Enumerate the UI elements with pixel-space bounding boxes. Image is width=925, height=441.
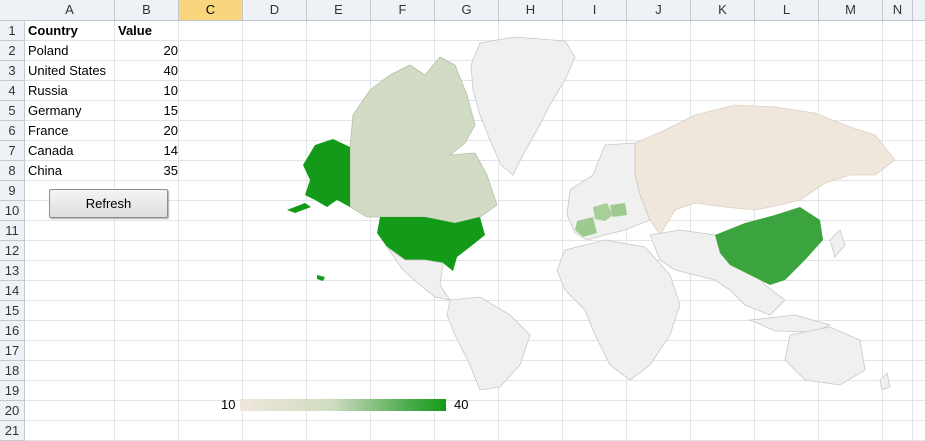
column-header-j[interactable]: J xyxy=(627,0,691,20)
world-map xyxy=(287,36,896,390)
japan-shape xyxy=(829,229,846,258)
alaska-shape xyxy=(303,139,350,207)
value-cell[interactable]: 35 xyxy=(118,161,178,181)
value-cell[interactable]: 10 xyxy=(118,81,178,101)
country-cell[interactable]: Poland xyxy=(28,41,68,61)
column-header-n[interactable]: N xyxy=(883,0,913,20)
hawaii-shape xyxy=(317,275,325,281)
row-header-1[interactable]: 1 xyxy=(0,21,25,41)
row-header-8[interactable]: 8 xyxy=(0,161,25,181)
column-header-c[interactable]: C xyxy=(179,0,243,20)
row-header-15[interactable]: 15 xyxy=(0,301,25,321)
country-cell[interactable]: China xyxy=(28,161,62,181)
row-header-5[interactable]: 5 xyxy=(0,101,25,121)
value-cell[interactable]: 20 xyxy=(118,121,178,141)
country-cell[interactable]: France xyxy=(28,121,68,141)
value-cell[interactable]: 20 xyxy=(118,41,178,61)
russia-shape xyxy=(634,104,896,236)
row-header-7[interactable]: 7 xyxy=(0,141,25,161)
value-cell[interactable]: 14 xyxy=(118,141,178,161)
row-header-9[interactable]: 9 xyxy=(0,181,25,201)
column-header-h[interactable]: H xyxy=(499,0,563,20)
legend-gradient xyxy=(240,399,446,411)
australia-shape xyxy=(784,326,866,386)
column-header-k[interactable]: K xyxy=(691,0,755,20)
row-header-16[interactable]: 16 xyxy=(0,321,25,341)
row-header-14[interactable]: 14 xyxy=(0,281,25,301)
row-header-21[interactable]: 21 xyxy=(0,421,25,441)
row-header-18[interactable]: 18 xyxy=(0,361,25,381)
column-header-f[interactable]: F xyxy=(371,0,435,20)
country-cell[interactable]: Canada xyxy=(28,141,74,161)
row-header-17[interactable]: 17 xyxy=(0,341,25,361)
country-cell[interactable]: Russia xyxy=(28,81,68,101)
column-header-e[interactable]: E xyxy=(307,0,371,20)
value-header: Value xyxy=(118,23,152,38)
refresh-button[interactable]: Refresh xyxy=(49,189,168,218)
legend-min-label: 10 xyxy=(221,397,236,412)
row-header-19[interactable]: 19 xyxy=(0,381,25,401)
aleutians-shape xyxy=(287,203,311,213)
row-header-20[interactable]: 20 xyxy=(0,401,25,421)
country-header: Country xyxy=(28,23,78,38)
row-header-4[interactable]: 4 xyxy=(0,81,25,101)
legend-max-label: 40 xyxy=(454,397,469,412)
new-zealand-shape xyxy=(879,372,891,390)
column-header-d[interactable]: D xyxy=(243,0,307,20)
column-header-m[interactable]: M xyxy=(819,0,883,20)
row-header-11[interactable]: 11 xyxy=(0,221,25,241)
row-header-13[interactable]: 13 xyxy=(0,261,25,281)
row-header-2[interactable]: 2 xyxy=(0,41,25,61)
poland-shape xyxy=(610,203,627,217)
south-america-shape xyxy=(446,296,531,390)
column-header-b[interactable]: B xyxy=(115,0,179,20)
column-header-bar: ABCDEFGHIJKLMN xyxy=(0,0,925,21)
greenland-shape xyxy=(470,36,576,176)
column-header-a[interactable]: A xyxy=(25,0,115,20)
row-header-12[interactable]: 12 xyxy=(0,241,25,261)
row-header-10[interactable]: 10 xyxy=(0,201,25,221)
country-cell[interactable]: United States xyxy=(28,61,106,81)
row-header-3[interactable]: 3 xyxy=(0,61,25,81)
column-header-l[interactable]: L xyxy=(755,0,819,20)
row-header-6[interactable]: 6 xyxy=(0,121,25,141)
value-cell[interactable]: 15 xyxy=(118,101,178,121)
value-cell[interactable]: 40 xyxy=(118,61,178,81)
column-header-i[interactable]: I xyxy=(563,0,627,20)
column-header-g[interactable]: G xyxy=(435,0,499,20)
country-cell[interactable]: Germany xyxy=(28,101,81,121)
